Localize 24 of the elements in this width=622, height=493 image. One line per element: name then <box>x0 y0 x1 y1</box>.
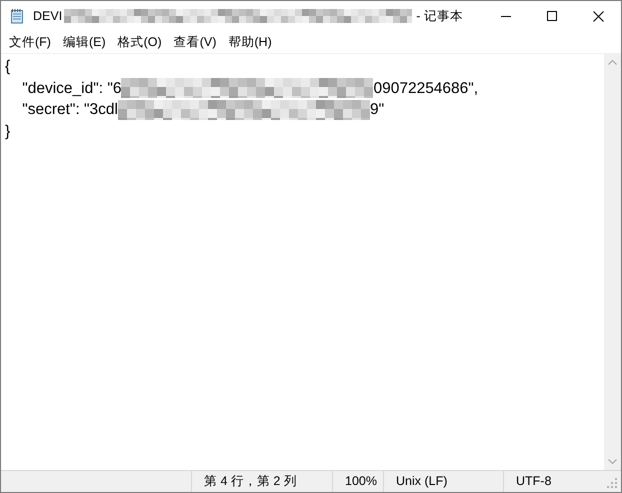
menu-item[interactable]: 文件(F) <box>3 32 57 52</box>
scroll-down-icon[interactable] <box>608 459 617 464</box>
menu-item[interactable]: 编辑(E) <box>56 32 112 52</box>
editor-text: { <box>5 57 10 77</box>
editor-text: "device_id": "6 <box>21 78 122 98</box>
zoom-level-text: 100% <box>345 473 377 490</box>
editor-text: 9" <box>370 100 384 120</box>
maximize-icon <box>547 11 557 21</box>
window-title: DEVI <box>33 8 62 25</box>
menu-item[interactable]: 格式(O) <box>112 32 168 52</box>
editor-text: "secret": "3cdl <box>21 100 118 120</box>
menu-item[interactable]: 查看(V) <box>168 32 222 52</box>
notepad-icon <box>9 8 25 24</box>
line-ending-text: Unix (LF) <box>396 473 448 490</box>
editor-text: } <box>5 122 10 142</box>
cursor-position-text: 第 4 行，第 2 列 <box>204 473 297 490</box>
resize-grip-icon[interactable] <box>607 478 617 488</box>
vertical-scrollbar[interactable] <box>604 54 621 470</box>
close-icon <box>592 10 604 22</box>
window-title: - 记事本 <box>416 8 463 25</box>
encoding-text: UTF-8 <box>516 473 552 490</box>
scroll-up-icon[interactable] <box>608 60 617 65</box>
menu-item[interactable]: 帮助(H) <box>222 32 278 52</box>
editor-text: 09072254686", <box>373 78 478 98</box>
